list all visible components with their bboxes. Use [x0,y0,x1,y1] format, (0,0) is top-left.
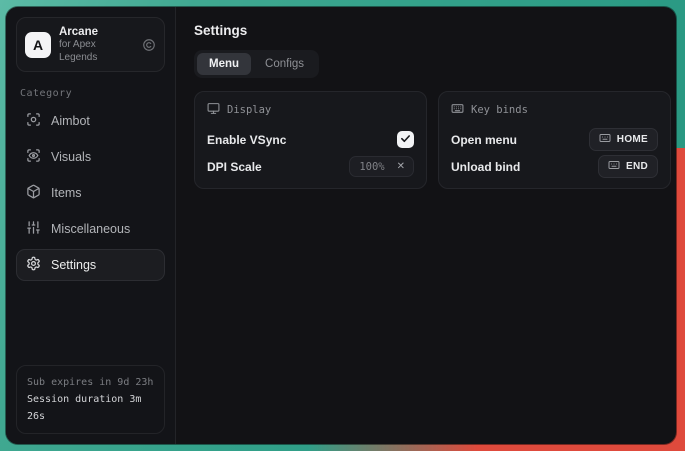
vsync-label: Enable VSync [207,133,286,147]
keyboard-icon [599,132,611,147]
tab-menu[interactable]: Menu [197,53,251,75]
display-card-title: Display [227,104,271,116]
keyboard-icon [608,159,620,174]
app-window: A Arcane for Apex Legends Category [6,7,676,444]
display-card-header: Display [207,102,414,118]
sidebar-item-label: Miscellaneous [51,222,130,236]
enable-vsync-checkbox[interactable] [397,131,414,148]
vsync-row: Enable VSync [207,128,414,151]
sub-expires-text: Sub expires in 9d 23h [27,374,154,391]
scan-eye-icon [26,148,41,166]
checkmark-icon [400,132,411,147]
subscription-info-card: Sub expires in 9d 23h Session duration 3… [16,365,165,434]
keybinds-card-header: Key binds [451,102,658,118]
sidebar-item-miscellaneous[interactable]: Miscellaneous [16,213,165,245]
monitor-icon [207,102,220,118]
dpi-scale-input[interactable]: 100% [350,161,388,173]
keybinds-card: Key binds Open menu HOME [438,91,671,189]
unload-bind-button[interactable]: END [598,155,658,178]
dpi-scale-control: 100% ✕ [349,156,414,177]
category-label: Category [20,88,161,99]
tab-configs[interactable]: Configs [253,53,316,75]
crosshair-icon [26,112,41,130]
sidebar-item-settings[interactable]: Settings [16,249,165,281]
keybinds-card-title: Key binds [471,104,528,116]
unload-bind-label: Unload bind [451,160,520,174]
sliders-icon [26,220,41,238]
brand-name: Arcane [59,25,134,39]
keyboard-icon [451,102,464,118]
brand-logo: A [25,32,51,58]
sidebar-item-items[interactable]: Items [16,177,165,209]
copyright-icon[interactable] [142,38,156,52]
brand-card: A Arcane for Apex Legends [16,17,165,72]
open-menu-bind-button[interactable]: HOME [589,128,658,151]
sidebar: A Arcane for Apex Legends Category [6,7,176,444]
dpi-scale-label: DPI Scale [207,160,262,174]
sidebar-item-label: Aimbot [51,114,90,128]
brand-subtitle: for Apex Legends [59,39,134,64]
session-duration-text: Session duration 3m 26s [27,391,154,425]
main-content: Settings Menu Configs Display [176,7,676,444]
sidebar-item-visuals[interactable]: Visuals [16,141,165,173]
game-backdrop: A Arcane for Apex Legends Category [0,0,685,451]
brand-text: Arcane for Apex Legends [59,25,134,64]
dpi-scale-row: DPI Scale 100% ✕ [207,155,414,178]
open-menu-label: Open menu [451,133,517,147]
open-menu-key-label: HOME [617,134,648,145]
page-title: Settings [194,23,671,38]
sidebar-item-label: Visuals [51,150,91,164]
category-nav: Aimbot Visuals [16,105,165,281]
settings-cards: Display Enable VSync [194,91,671,189]
sidebar-item-aimbot[interactable]: Aimbot [16,105,165,137]
unload-bind-row: Unload bind END [451,155,658,178]
settings-tab-group: Menu Configs [194,50,319,78]
sidebar-item-label: Settings [51,258,96,272]
dpi-clear-button[interactable]: ✕ [389,157,413,176]
open-menu-row: Open menu HOME [451,128,658,151]
sidebar-item-label: Items [51,186,82,200]
package-icon [26,184,41,202]
gear-icon [26,256,41,274]
display-card: Display Enable VSync [194,91,427,189]
unload-bind-key-label: END [626,161,648,172]
